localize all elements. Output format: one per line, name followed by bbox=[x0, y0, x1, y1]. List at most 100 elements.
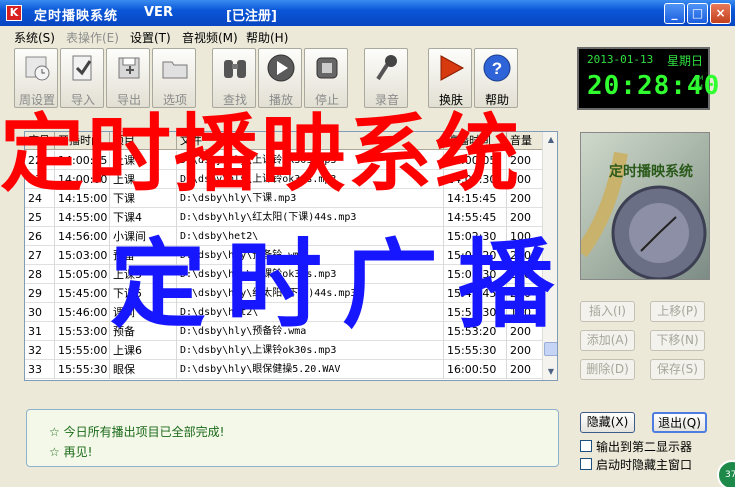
table-cell: 14:00:00 bbox=[55, 170, 110, 189]
table-cell: D:\dsby\hly\下课.mp3 bbox=[177, 189, 444, 208]
search-button[interactable]: 查找 bbox=[212, 48, 256, 108]
skin-label: 换肤 bbox=[438, 93, 463, 107]
menu-system[interactable]: 系统(S) bbox=[14, 29, 55, 46]
binoculars-icon bbox=[224, 60, 246, 78]
help-button[interactable]: ? 帮助 bbox=[474, 48, 518, 108]
play-icon bbox=[267, 54, 295, 82]
col-header-volume[interactable]: 音量 bbox=[507, 132, 543, 150]
table-cell: D:\dsby\hly\上课铃ok30s.mp3 bbox=[177, 341, 444, 360]
table-cell: 15:05:30 bbox=[444, 265, 507, 284]
menu-table-ops[interactable]: 表操作(E) bbox=[66, 29, 119, 46]
options-button[interactable]: 选项 bbox=[152, 48, 196, 108]
table-cell: 15:53:00 bbox=[55, 322, 110, 341]
hide-button[interactable]: 隐藏(X) bbox=[580, 412, 635, 433]
table-cell: 上课 bbox=[110, 151, 177, 170]
record-button[interactable]: 录音 bbox=[364, 48, 408, 108]
table-cell: 31 bbox=[25, 322, 55, 341]
table-cell: 15:03:20 bbox=[444, 246, 507, 265]
menu-help[interactable]: 帮助(H) bbox=[246, 29, 288, 46]
move-down-button[interactable]: 下移(N) bbox=[650, 330, 705, 351]
table-cell: D:\dsby\hly\红太阳(下课)44s.mp3 bbox=[177, 208, 444, 227]
table-row[interactable]: 22 14:00:35 上课 D:\dsby\hly\上课铃ok30s.mp3 14:0… bbox=[25, 151, 543, 170]
table-cell: 23 bbox=[25, 170, 55, 189]
table-cell: D:\dsby\hly\上课铃ok30s.mp3 bbox=[177, 265, 444, 284]
table-cell: D:\dsby\hly\红太阳(下课)44s.mp3 bbox=[177, 284, 444, 303]
table-cell: 200 bbox=[507, 360, 543, 379]
menu-bar: 系统(S) 表操作(E) 设置(T) 音视频(M) 帮助(H) bbox=[0, 26, 735, 46]
table-cell: 100 bbox=[507, 303, 543, 322]
table-cell: 14:00:35 bbox=[55, 151, 110, 170]
table-cell: 下课4 bbox=[110, 208, 177, 227]
table-row[interactable]: 26 14:56:00 小课间 D:\dsby\het2\ 15:02:30 100 bbox=[25, 227, 543, 246]
calendar-clock-icon bbox=[25, 56, 50, 81]
table-row[interactable]: 33 15:55:30 眼保 D:\dsby\hly\眼保健操5.20.WAV 16:0… bbox=[25, 360, 543, 379]
table-cell: 14:55:00 bbox=[55, 208, 110, 227]
registration-status: [已注册] bbox=[226, 9, 277, 24]
exit-button[interactable]: 退出(Q) bbox=[652, 412, 707, 433]
export-button[interactable]: 导出 bbox=[106, 48, 150, 108]
schedule-button[interactable]: 周设置 bbox=[14, 48, 58, 108]
close-button[interactable]: × bbox=[710, 3, 731, 24]
table-row[interactable]: 23 14:00:00 上课 D:\dsby\hly\上课铃ok30s.mp3 14:0… bbox=[25, 170, 543, 189]
floppy-export-icon bbox=[118, 57, 140, 79]
move-up-button[interactable]: 上移(P) bbox=[650, 301, 705, 322]
table-cell: 200 bbox=[507, 246, 543, 265]
skin-button[interactable]: 换肤 bbox=[428, 48, 472, 108]
menu-settings[interactable]: 设置(T) bbox=[130, 29, 171, 46]
table-row[interactable]: 31 15:53:00 预备 D:\dsby\hly\预备铃.wma 15:53:20 2… bbox=[25, 322, 543, 341]
table-cell: D:\dsby\het2\ bbox=[177, 303, 444, 322]
title-bar[interactable]: K 定时播映系统 VER [已注册] _ □ × bbox=[0, 0, 735, 26]
table-row[interactable]: 30 15:46:00 课间 D:\dsby\het2\ 15:52:30 100 bbox=[25, 303, 543, 322]
table-row[interactable]: 25 14:55:00 下课4 D:\dsby\hly\红太阳(下课)44s.mp3 1… bbox=[25, 208, 543, 227]
stop-button[interactable]: 停止 bbox=[304, 48, 348, 108]
play-button[interactable]: 播放 bbox=[258, 48, 302, 108]
table-cell: 22 bbox=[25, 151, 55, 170]
clock-am: AM bbox=[694, 75, 704, 82]
table-cell: 15:55:30 bbox=[55, 360, 110, 379]
col-header-item[interactable]: 项目 bbox=[110, 132, 177, 150]
import-button[interactable]: 导入 bbox=[60, 48, 104, 108]
table-row[interactable]: 28 15:05:00 上课5 D:\dsby\hly\上课铃ok30s.mp3 15:… bbox=[25, 265, 543, 284]
col-header-start[interactable]: 开播时间 bbox=[55, 132, 110, 150]
hide-on-start-label: 启动时隐藏主窗口 bbox=[596, 458, 693, 472]
scroll-thumb[interactable] bbox=[544, 342, 557, 356]
toolbar: 周设置 导入 导出 选项 查找 播放 停止 录音 换肤 ? 帮助 bbox=[8, 48, 520, 110]
table-row[interactable]: 24 14:15:00 下课 D:\dsby\hly\下课.mp3 14:15:45 20… bbox=[25, 189, 543, 208]
table-cell: 200 bbox=[507, 189, 543, 208]
table-cell: 200 bbox=[507, 284, 543, 303]
help-icon: ? bbox=[483, 54, 511, 82]
status-line-complete: ☆ 今日所有播出项目已全部完成! bbox=[49, 425, 225, 439]
col-header-file[interactable]: 文件 bbox=[177, 132, 444, 150]
table-row[interactable]: 29 15:45:00 下课5 D:\dsby\hly\红太阳(下课)44s.mp3 1… bbox=[25, 284, 543, 303]
insert-button[interactable]: 插入(I) bbox=[580, 301, 635, 322]
clock-weekday: 星期日 bbox=[667, 54, 704, 68]
hide-on-start-checkbox[interactable] bbox=[580, 458, 592, 470]
table-cell: 上课5 bbox=[110, 265, 177, 284]
table-cell: 15:55:00 bbox=[55, 341, 110, 360]
add-button[interactable]: 添加(A) bbox=[580, 330, 635, 351]
col-header-index[interactable]: 序号 bbox=[25, 132, 55, 150]
skin-picture-caption: 定时播映系统 bbox=[609, 164, 693, 180]
table-cell: 32 bbox=[25, 341, 55, 360]
maximize-button[interactable]: □ bbox=[687, 3, 708, 24]
main-window: K 定时播映系统 VER [已注册] _ □ × 系统(S) 表操作(E) 设置… bbox=[0, 0, 735, 487]
scroll-down-icon[interactable]: ▼ bbox=[544, 365, 557, 379]
second-display-checkbox[interactable] bbox=[580, 440, 592, 452]
table-cell: D:\dsby\hly\眼保健操5.20.WAV bbox=[177, 360, 444, 379]
col-header-stop[interactable]: 停播时间 bbox=[444, 132, 507, 150]
vertical-scrollbar[interactable]: ▲ ▼ bbox=[542, 132, 557, 380]
microphone-icon bbox=[376, 55, 397, 81]
delete-button[interactable]: 删除(D) bbox=[580, 359, 635, 380]
clock-decoration-icon bbox=[581, 151, 707, 279]
save-button[interactable]: 保存(S) bbox=[650, 359, 705, 380]
svg-text:?: ? bbox=[492, 59, 502, 78]
table-cell: 26 bbox=[25, 227, 55, 246]
menu-media[interactable]: 音视频(M) bbox=[182, 29, 238, 46]
minimize-button[interactable]: _ bbox=[664, 3, 685, 24]
table-row[interactable]: 27 15:03:00 预备 D:\dsby\hly\预备铃.wma 15:03:20 2… bbox=[25, 246, 543, 265]
table-row[interactable]: 32 15:55:00 上课6 D:\dsby\hly\上课铃ok30s.mp3 15:… bbox=[25, 341, 543, 360]
scroll-up-icon[interactable]: ▲ bbox=[544, 133, 557, 147]
schedule-table[interactable]: 序号 开播时间 项目 文件 停播时间 音量 22 14:00:35 上课 D:\dsb… bbox=[24, 131, 558, 381]
import-label: 导入 bbox=[70, 93, 95, 107]
table-cell: D:\dsby\hly\上课铃ok30s.mp3 bbox=[177, 170, 444, 189]
